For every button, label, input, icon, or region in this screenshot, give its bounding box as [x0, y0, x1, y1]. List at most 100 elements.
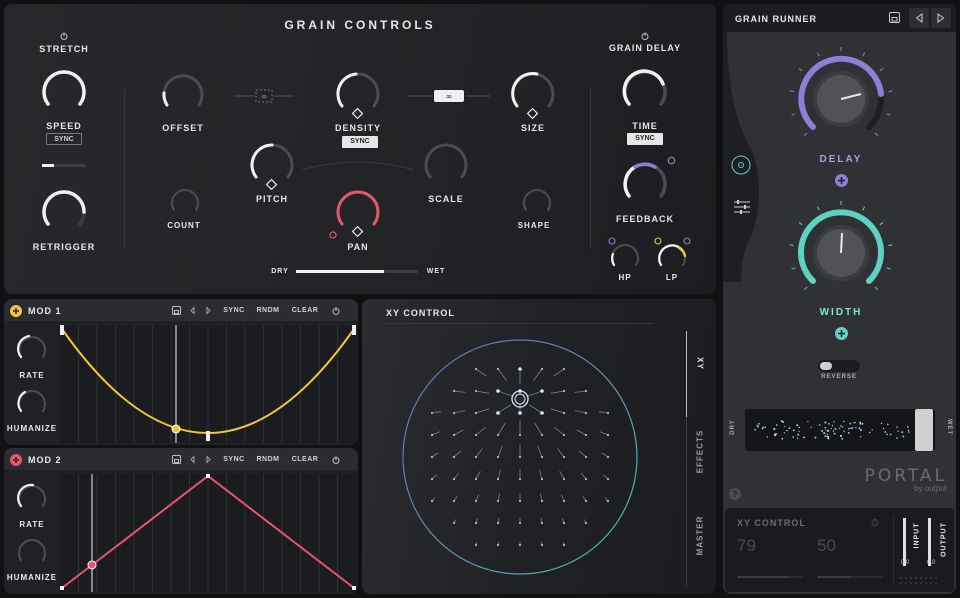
grain-speck	[764, 426, 766, 429]
power-icon-grain-delay[interactable]	[641, 32, 649, 40]
y-value[interactable]: 50	[817, 536, 836, 556]
lp-knob[interactable]	[655, 240, 689, 274]
xy-field-dot	[540, 521, 544, 525]
save-icon[interactable]	[889, 12, 900, 23]
grain-speck	[825, 429, 827, 431]
tab-xy[interactable]: XY	[696, 344, 705, 384]
width-label: WIDTH	[819, 307, 863, 318]
hp-knob[interactable]	[608, 240, 642, 274]
knob-tick	[874, 132, 879, 137]
mod1-sync-button[interactable]: SYNC	[220, 305, 248, 316]
macro-dry-wet-slider[interactable]	[745, 409, 935, 451]
grain-speck	[901, 431, 904, 434]
lp-mod-indicator-icon-1[interactable]	[654, 237, 662, 245]
offset-knob[interactable]	[158, 68, 208, 118]
delay-add-mod-icon[interactable]	[835, 174, 848, 187]
mod2-add-icon[interactable]	[10, 454, 22, 466]
speed-sync-button[interactable]: SYNC	[46, 133, 82, 145]
resize-grip-icon[interactable]	[899, 576, 943, 586]
knob-tick	[798, 68, 803, 72]
width-add-mod-icon[interactable]	[835, 327, 848, 340]
grain-speck	[859, 422, 862, 425]
preset-next-button[interactable]	[931, 8, 951, 28]
feedback-label: FEEDBACK	[615, 214, 674, 224]
mod2-humanize-knob[interactable]	[15, 535, 49, 569]
xy-field-line	[550, 390, 565, 394]
mod1-rndm-button[interactable]: RNDM	[253, 305, 283, 316]
knob-tick	[879, 68, 884, 72]
xy-field-dot	[562, 477, 566, 481]
power-icon-stretch[interactable]	[60, 32, 68, 40]
pan-mod-indicator-icon[interactable]	[329, 231, 337, 239]
macro-dry-wet-handle[interactable]	[915, 409, 933, 451]
xy-field-dot	[452, 499, 456, 503]
grain-speck	[818, 424, 821, 426]
shape-knob[interactable]	[520, 185, 554, 219]
feedback-knob[interactable]	[619, 158, 671, 210]
sliders-icon[interactable]	[733, 199, 751, 215]
time-knob[interactable]	[619, 66, 671, 118]
mod2-sync-button[interactable]: SYNC	[220, 454, 248, 465]
mod2-prev-button[interactable]	[186, 454, 199, 465]
mod2-next-button[interactable]	[202, 454, 215, 465]
grain-controls-panel: GRAIN CONTROLS STRETCH SPEED SYNC RETRIG…	[4, 4, 716, 294]
mod1-next-button[interactable]	[202, 305, 215, 316]
mod2-curve-editor[interactable]	[60, 474, 356, 592]
dry-wet-slider[interactable]	[296, 270, 418, 273]
feedback-mod-indicator-icon[interactable]	[667, 156, 676, 165]
bottom-power-icon[interactable]	[871, 518, 879, 526]
retrigger-knob[interactable]	[38, 186, 90, 238]
mod2-rate-knob[interactable]	[15, 481, 49, 515]
tab-master[interactable]: MASTER	[696, 506, 705, 566]
count-knob[interactable]	[168, 185, 202, 219]
grain-speck	[792, 436, 795, 438]
mod1-add-icon[interactable]	[10, 305, 22, 317]
mod1-rate-knob[interactable]	[15, 332, 49, 366]
grain-speck	[855, 426, 857, 429]
lp-mod-indicator-icon-2[interactable]	[683, 237, 691, 245]
preset-prev-button[interactable]	[909, 8, 929, 28]
speed-knob[interactable]	[38, 66, 90, 118]
density-sync-button[interactable]: SYNC	[342, 136, 378, 148]
grain-speck	[773, 427, 776, 431]
link-on-icon[interactable]: ∞	[408, 88, 490, 104]
xy-field-dot	[518, 367, 522, 371]
mod1-save-icon[interactable]	[172, 306, 181, 315]
x-value[interactable]: 79	[737, 536, 756, 556]
mod1-humanize-knob[interactable]	[15, 386, 49, 420]
tab-effects[interactable]: EFFECTS	[696, 422, 705, 482]
time-sync-button[interactable]: SYNC	[627, 133, 663, 145]
knob-tick	[803, 132, 808, 137]
xy-pad[interactable]	[402, 339, 638, 575]
mod1-curve-editor[interactable]	[60, 325, 356, 443]
pitch-knob[interactable]	[246, 139, 298, 191]
mod2-save-icon[interactable]	[172, 455, 181, 464]
hp-mod-indicator-icon[interactable]	[608, 237, 616, 245]
xy-control-title: XY CONTROL	[386, 308, 455, 318]
xy-mode-icon[interactable]	[731, 155, 751, 175]
grain-speck	[849, 422, 852, 425]
xy-field-dot	[496, 433, 500, 437]
size-knob[interactable]	[507, 68, 559, 120]
reverse-toggle[interactable]	[818, 360, 860, 372]
grain-speck	[824, 435, 827, 437]
speed-slider[interactable]	[42, 164, 86, 167]
scale-knob[interactable]	[420, 139, 472, 191]
mod2-prev-icon	[190, 455, 195, 464]
mod1-power-icon[interactable]	[332, 307, 340, 315]
xy-field-line	[559, 471, 565, 480]
link-off-icon[interactable]: ∞	[234, 88, 294, 104]
preset-name[interactable]: GRAIN RUNNER	[735, 14, 817, 24]
output-value: 0.0	[927, 560, 936, 566]
density-knob[interactable]	[332, 68, 384, 120]
pan-knob[interactable]	[332, 186, 384, 238]
width-macro-knob[interactable]	[786, 198, 896, 308]
mod2-clear-button[interactable]: CLEAR	[288, 454, 322, 465]
grain-speck	[792, 429, 795, 432]
mod2-power-icon[interactable]	[332, 456, 340, 464]
mod1-prev-button[interactable]	[186, 305, 199, 316]
mod2-rndm-button[interactable]: RNDM	[253, 454, 283, 465]
delay-macro-knob[interactable]	[786, 44, 896, 154]
xy-field-dot	[606, 411, 610, 415]
mod1-clear-button[interactable]: CLEAR	[288, 305, 322, 316]
